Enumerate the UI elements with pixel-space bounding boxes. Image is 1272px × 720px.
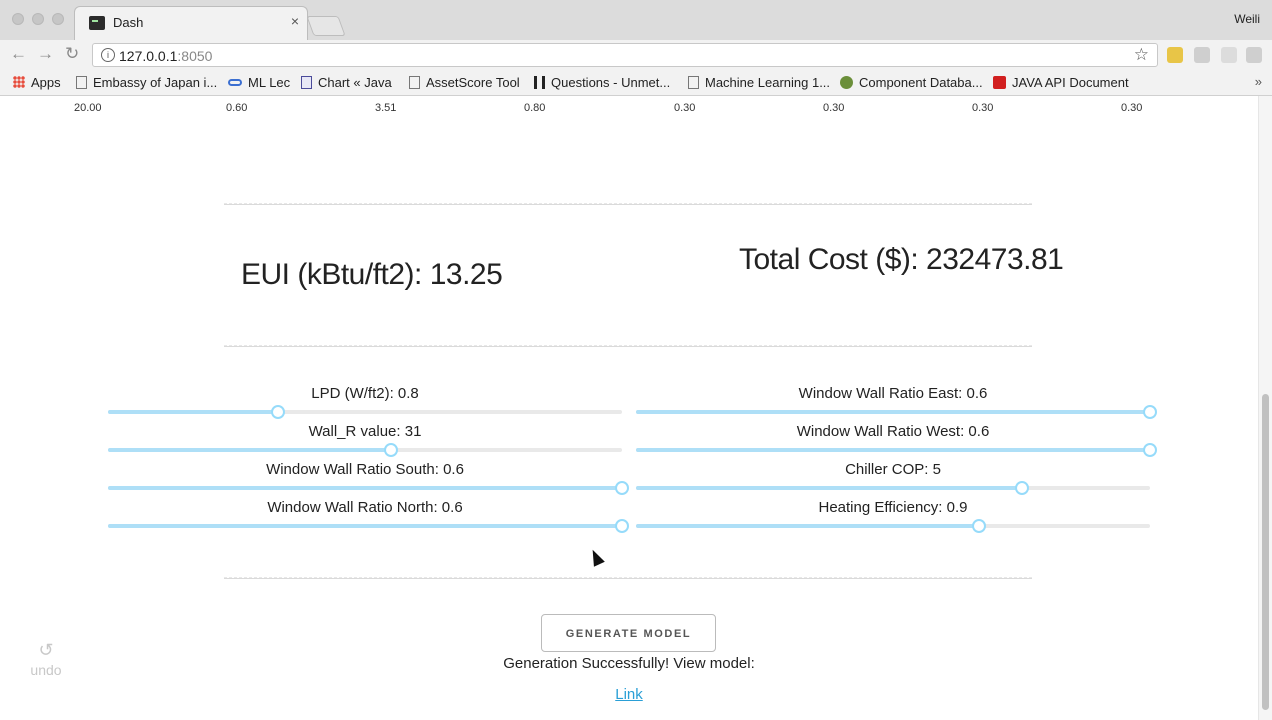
- slider-label: Window Wall Ratio West: 0.6: [796, 423, 990, 440]
- slider-label: Wall_R value: 31: [308, 423, 422, 440]
- eui-value: EUI (kBtu/ft2): 13.25: [241, 258, 503, 291]
- slider-fill: [108, 486, 622, 490]
- slider-fill: [108, 524, 622, 528]
- slider-label: Window Wall Ratio North: 0.6: [267, 499, 463, 516]
- generation-message: Generation Successfully! View model:: [503, 655, 755, 672]
- minimize-window-button[interactable]: [32, 13, 44, 25]
- bookmark-item[interactable]: Component Databa...: [840, 75, 983, 90]
- mouse-cursor: [587, 547, 605, 567]
- table-cell: 0.30: [823, 102, 845, 114]
- slider-label: Window Wall Ratio East: 0.6: [798, 385, 988, 402]
- divider: [224, 577, 1032, 579]
- table-cell: 0.60: [226, 102, 248, 114]
- globe-icon: [840, 76, 853, 89]
- bookmark-item[interactable]: Embassy of Japan i...: [76, 75, 217, 90]
- scrollbar-thumb[interactable]: [1262, 394, 1269, 710]
- extension-icon[interactable]: [1194, 47, 1210, 63]
- table-cell: 20.00: [74, 102, 102, 114]
- view-model-link[interactable]: Link: [0, 686, 1258, 703]
- bookmark-item[interactable]: Machine Learning 1...: [688, 75, 830, 90]
- extension-icon[interactable]: [1246, 47, 1262, 63]
- slider-fill: [636, 486, 1022, 490]
- page-icon: [688, 76, 699, 89]
- bookmark-item[interactable]: JAVA API Document: [993, 75, 1129, 90]
- new-tab-button[interactable]: [306, 16, 346, 36]
- page-scrollbar[interactable]: [1258, 96, 1272, 720]
- bookmark-apps[interactable]: Apps: [13, 75, 61, 90]
- close-tab-icon[interactable]: ×: [291, 13, 299, 29]
- undo-icon: ↺: [38, 640, 54, 660]
- slider-label: Heating Efficiency: 0.9: [818, 499, 968, 516]
- dash-app-page: 20.00 0.60 3.51 0.80 0.30 0.30 0.30 0.30…: [0, 96, 1258, 720]
- slider-handle[interactable]: [1014, 481, 1029, 495]
- undo-label: undo: [30, 662, 62, 678]
- maximize-window-button[interactable]: [52, 13, 64, 25]
- table-cell: 0.30: [1121, 102, 1143, 114]
- slider-handle[interactable]: [270, 405, 285, 419]
- url-text[interactable]: 127.0.0.1:8050: [119, 48, 212, 64]
- more-bookmarks-icon[interactable]: »: [1255, 74, 1262, 89]
- bookmark-item[interactable]: AssetScore Tool: [409, 75, 520, 90]
- slider-handle[interactable]: [1143, 443, 1157, 457]
- slider-fill: [108, 448, 391, 452]
- slider-handle[interactable]: [1143, 405, 1157, 419]
- oracle-icon: [993, 76, 1006, 89]
- bookmark-star-icon[interactable]: ☆: [1134, 45, 1149, 65]
- reload-icon[interactable]: ↻: [65, 44, 79, 64]
- bookmarks-bar: Apps Embassy of Japan i... ML Lec Chart …: [0, 70, 1272, 96]
- tab-title: Dash: [113, 15, 144, 30]
- tab-strip: Dash × Weili: [0, 0, 1272, 40]
- slider-fill: [636, 410, 1150, 414]
- divider: [224, 345, 1032, 347]
- bookmark-item[interactable]: Chart « Java: [301, 75, 392, 90]
- slider-label: Chiller COP: 5: [845, 461, 941, 478]
- slider-handle[interactable]: [383, 443, 398, 457]
- divider: [224, 203, 1032, 205]
- page-icon: [409, 76, 420, 89]
- table-cell: 0.30: [972, 102, 994, 114]
- extension-icon[interactable]: [1221, 47, 1237, 63]
- apps-grid-icon: [13, 76, 25, 88]
- generate-model-button[interactable]: GENERATE MODEL: [541, 614, 716, 652]
- address-bar[interactable]: i 127.0.0.1:8050 ☆: [92, 43, 1158, 67]
- close-window-button[interactable]: [12, 13, 24, 25]
- slider-handle[interactable]: [615, 481, 629, 495]
- table-cell: 0.80: [524, 102, 546, 114]
- tab-dash[interactable]: Dash ×: [74, 6, 308, 40]
- table-cell: 0.30: [674, 102, 696, 114]
- u-logo-icon: [534, 76, 545, 89]
- extension-icon[interactable]: [1167, 47, 1183, 63]
- slider-label: Window Wall Ratio South: 0.6: [266, 461, 464, 478]
- chart-icon: [301, 76, 312, 89]
- slider-fill: [636, 448, 1150, 452]
- forward-icon[interactable]: →: [37, 44, 54, 64]
- profile-name[interactable]: Weili: [1234, 12, 1260, 26]
- slider-fill: [108, 410, 278, 414]
- info-icon[interactable]: i: [101, 48, 115, 62]
- table-cell: 3.51: [375, 102, 397, 114]
- total-cost-value: Total Cost ($): 232473.81: [739, 243, 1064, 276]
- page-icon: [76, 76, 87, 89]
- undo-button[interactable]: ↺ undo: [26, 640, 66, 678]
- bookmark-item[interactable]: ML Lec: [228, 75, 290, 90]
- slider-fill: [636, 524, 979, 528]
- browser-toolbar: ← → ↻ i 127.0.0.1:8050 ☆: [0, 40, 1272, 70]
- bookmark-item[interactable]: Questions - Unmet...: [534, 75, 670, 90]
- slider-label: LPD (W/ft2): 0.8: [311, 385, 419, 402]
- slider-handle[interactable]: [615, 519, 629, 533]
- terminal-icon: [89, 16, 105, 30]
- back-icon[interactable]: ←: [10, 44, 27, 64]
- slider-handle[interactable]: [971, 519, 986, 533]
- link-icon: [228, 79, 242, 86]
